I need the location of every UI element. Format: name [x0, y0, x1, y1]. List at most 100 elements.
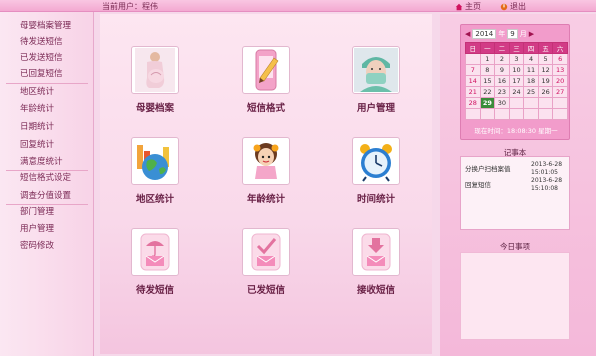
calendar-empty-cell — [523, 97, 539, 109]
today-events-title: 今日事项 — [500, 242, 530, 251]
calendar-empty-cell — [494, 108, 510, 120]
calendar-day[interactable]: 20 — [552, 75, 568, 87]
weekday-label: 五 — [537, 42, 554, 54]
calendar-day[interactable]: 17 — [508, 75, 525, 87]
calendar-empty-cell — [508, 97, 525, 109]
calendar-day[interactable]: 7 — [465, 64, 481, 76]
month-select[interactable]: 9 — [507, 29, 518, 39]
memo-item[interactable]: 回复短信 — [465, 179, 491, 189]
tile-maternal-archive[interactable]: 母婴档案 — [115, 46, 195, 114]
prev-month-icon[interactable]: ◀ — [465, 30, 470, 38]
today-events-box — [460, 252, 570, 340]
tile-sms-format[interactable]: 短信格式 — [226, 46, 306, 114]
sidebar-item-password[interactable]: 密码修改 — [0, 238, 94, 254]
calendar-day[interactable]: 4 — [523, 53, 539, 65]
memo-date: 2013-6-28 — [531, 161, 563, 168]
calendar-day[interactable]: 29 — [479, 97, 496, 109]
sidebar-item-reply-stats[interactable]: 回复统计 — [0, 137, 94, 153]
calendar-day[interactable]: 28 — [465, 97, 481, 109]
envelope-umbrella-icon — [131, 228, 179, 276]
sidebar-item-sms-format[interactable]: 短信格式设定 — [0, 170, 94, 186]
calendar-day[interactable]: 21 — [465, 86, 481, 98]
calendar-day[interactable]: 5 — [537, 53, 554, 65]
calendar-day[interactable]: 14 — [465, 75, 481, 87]
calendar-week-row: 123456 — [465, 53, 568, 65]
calendar-day[interactable]: 12 — [537, 64, 554, 76]
tile-label: 待发短信 — [135, 285, 174, 296]
calendar-day[interactable]: 30 — [494, 97, 510, 109]
calendar-day[interactable]: 10 — [508, 64, 525, 76]
home-link[interactable]: 主页 — [455, 1, 481, 12]
calendar-week-row: 7 8 9 10 11 12 13 — [465, 64, 568, 76]
sidebar-item-age-stats[interactable]: 年龄统计 — [0, 101, 94, 117]
sidebar: 母婴档案管理 待发送短信 已发送短信 已回复短信 地区统计 年龄统计 日期统计 … — [0, 12, 94, 356]
child-icon — [242, 137, 290, 185]
calendar-week-row: 14 15 16 17 18 19 20 — [465, 75, 568, 87]
calendar-empty-cell — [508, 108, 525, 120]
calendar-day[interactable]: 19 — [537, 75, 554, 87]
logout-link[interactable]: 退出 — [500, 1, 526, 12]
tile-sent-sms[interactable]: 已发短信 — [226, 228, 306, 296]
memo-date: 2013-6-28 — [531, 177, 563, 184]
alarm-clock-icon — [352, 137, 400, 185]
calendar-day[interactable]: 18 — [523, 75, 539, 87]
sidebar-item-user-mgmt[interactable]: 用户管理 — [0, 221, 94, 237]
current-time-label: 现在时间：18:08:30 星期一 — [474, 127, 558, 135]
tile-age-stats[interactable]: 年龄统计 — [226, 137, 306, 205]
calendar-day[interactable]: 26 — [537, 86, 554, 98]
tile-label: 地区统计 — [135, 194, 174, 205]
sidebar-item-date-stats[interactable]: 日期统计 — [0, 119, 94, 135]
calendar-widget: ◀ 2014 年 9 月 ▶ 日 一 二 三 四 五 六 1 2 3 4 5 6 7 8 9 10… — [460, 24, 570, 140]
calendar-day[interactable]: 25 — [523, 86, 539, 98]
weekday-row: 日 一 二 三 四 五 六 — [465, 42, 568, 54]
calendar-day[interactable]: 3 — [508, 53, 525, 65]
sidebar-item-archive[interactable]: 母婴档案管理 — [0, 18, 94, 34]
calendar-day[interactable]: 8 — [479, 64, 496, 76]
calendar-day[interactable]: 2 — [494, 53, 510, 65]
weekday-label: 三 — [508, 42, 525, 54]
next-month-icon[interactable]: ▶ — [529, 30, 534, 38]
sidebar-item-satisfaction-stats[interactable]: 满意度统计 — [0, 154, 94, 170]
home-icon — [455, 3, 463, 10]
top-bar: 当前用户：程伟 主页 退出 — [0, 0, 596, 12]
tile-label: 用户管理 — [356, 103, 395, 114]
calendar-day[interactable]: 27 — [552, 86, 568, 98]
calendar-day[interactable]: 13 — [552, 64, 568, 76]
calendar-empty-cell — [523, 108, 539, 120]
calendar-day[interactable]: 24 — [508, 86, 525, 98]
sidebar-item-survey-score[interactable]: 调查分值设置 — [0, 188, 94, 204]
weekday-label: 二 — [494, 42, 510, 54]
calendar-grid: 日 一 二 三 四 五 六 1 2 3 4 5 6 7 8 9 10 11 12 13 14 15 16 17 1… — [465, 42, 568, 120]
tile-user-management[interactable]: 用户管理 — [336, 46, 416, 114]
tile-region-stats[interactable]: 地区统计 — [115, 137, 195, 205]
year-select[interactable]: 2014 — [472, 29, 497, 39]
envelope-download-icon — [352, 228, 400, 276]
tile-time-stats[interactable]: 时间统计 — [336, 137, 416, 205]
tile-label: 已发短信 — [246, 285, 285, 296]
home-label: 主页 — [465, 2, 481, 11]
calendar-day[interactable]: 16 — [494, 75, 510, 87]
calendar-day[interactable]: 15 — [479, 75, 496, 87]
memo-item[interactable]: 分换户扫档案值 — [465, 163, 511, 173]
weekday-label: 日 — [465, 42, 481, 54]
calendar-day[interactable]: 9 — [494, 64, 510, 76]
phone-pencil-icon — [242, 46, 290, 94]
sidebar-item-replied-sms[interactable]: 已回复短信 — [0, 66, 94, 82]
tile-pending-sms[interactable]: 待发短信 — [115, 228, 195, 296]
sidebar-item-pending-sms[interactable]: 待发送短信 — [0, 34, 94, 50]
weekday-label: 一 — [479, 42, 496, 54]
calendar-day[interactable]: 22 — [479, 86, 496, 98]
weekday-label: 四 — [523, 42, 539, 54]
tile-received-sms[interactable]: 接收短信 — [336, 228, 416, 296]
calendar-day[interactable]: 11 — [523, 64, 539, 76]
calendar-empty-cell — [537, 108, 554, 120]
sidebar-item-sent-sms[interactable]: 已发送短信 — [0, 50, 94, 66]
globe-chart-icon — [131, 137, 179, 185]
calendar-day[interactable]: 23 — [494, 86, 510, 98]
calendar-header: ◀ 2014 年 9 月 ▶ — [465, 28, 567, 40]
calendar-day[interactable]: 6 — [552, 53, 568, 65]
calendar-empty-cell — [552, 97, 568, 109]
calendar-day[interactable]: 1 — [479, 53, 496, 65]
sidebar-item-department[interactable]: 部门管理 — [0, 204, 94, 220]
sidebar-item-region-stats[interactable]: 地区统计 — [0, 84, 94, 100]
